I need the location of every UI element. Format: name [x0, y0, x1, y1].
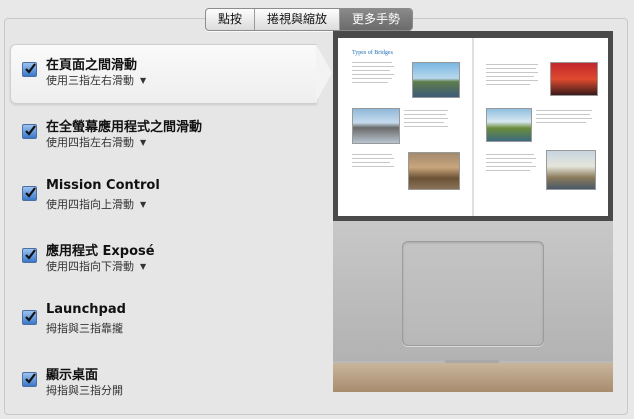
caret-down-icon: ▼ [140, 76, 147, 85]
gesture-title: Launchpad [46, 302, 126, 317]
caret-down-icon: ▼ [140, 262, 147, 271]
gesture-title: 在全螢幕應用程式之間滑動 [46, 120, 203, 135]
gesture-item-app-expose[interactable]: 應用程式 Exposé 使用四指向下滑動 ▼ [10, 230, 332, 292]
bridge-photo [408, 152, 460, 190]
gesture-checkbox[interactable] [22, 124, 37, 139]
book-page-left: Types of Bridges [338, 38, 472, 216]
gesture-item-swipe-between-full-screen-apps[interactable]: 在全螢幕應用程式之間滑動 使用四指左右滑動 ▼ [10, 106, 332, 168]
gesture-title: 顯示桌面 [46, 368, 99, 383]
preview-book: Types of Bridges [338, 38, 608, 216]
gesture-title: 應用程式 Exposé [46, 244, 155, 259]
gesture-checkbox[interactable] [22, 186, 37, 201]
book-page-right [474, 38, 608, 216]
gesture-option-popup[interactable]: 使用四指向上滑動 ▼ [46, 196, 146, 212]
checkmark-icon [25, 63, 36, 74]
gesture-subtitle: 拇指與三指靠攏 [46, 322, 123, 335]
gesture-checkbox[interactable] [22, 372, 37, 387]
checkmark-icon [25, 373, 36, 384]
gesture-option-popup[interactable]: 使用四指向下滑動 ▼ [46, 258, 146, 274]
gesture-checkbox[interactable] [22, 248, 37, 263]
bridge-photo [546, 150, 596, 190]
bridge-photo [352, 108, 400, 144]
gesture-item-show-desktop[interactable]: 顯示桌面 拇指與三指分開 [10, 354, 332, 416]
bridge-photo [550, 62, 598, 96]
bridge-photo [412, 62, 460, 98]
tab-bar: 點按 捲視與縮放 更多手勢 [205, 8, 414, 31]
gesture-preview: Types of Bridges [333, 31, 613, 392]
gesture-subtitle: 使用四指向上滑動 [46, 198, 134, 211]
checkmark-icon [25, 125, 36, 136]
checkmark-icon [25, 311, 36, 322]
bridge-photo [486, 108, 532, 142]
gesture-subtitle: 使用三指左右滑動 [46, 74, 134, 87]
desk-surface [333, 363, 613, 392]
tab-point-and-click[interactable]: 點按 [206, 9, 256, 30]
gesture-list: 在頁面之間滑動 使用三指左右滑動 ▼ 在全螢幕應用程式之間滑動 使用四指左右滑動 ▼… [10, 44, 332, 416]
gesture-title: 在頁面之間滑動 [46, 58, 138, 73]
checkmark-icon [25, 249, 36, 260]
caret-down-icon: ▼ [140, 138, 147, 147]
gesture-item-launchpad[interactable]: Launchpad 拇指與三指靠攏 [10, 292, 332, 354]
gesture-subtitle: 使用四指左右滑動 [46, 136, 134, 149]
gesture-title: Mission Control [46, 178, 160, 193]
gesture-item-swipe-between-pages[interactable]: 在頁面之間滑動 使用三指左右滑動 ▼ [10, 44, 332, 106]
gesture-checkbox[interactable] [22, 62, 37, 77]
caret-down-icon: ▼ [140, 200, 147, 209]
checkmark-icon [25, 187, 36, 198]
gesture-checkbox[interactable] [22, 310, 37, 325]
trackpad-illustration [402, 241, 544, 346]
gesture-option-popup[interactable]: 使用三指左右滑動 ▼ [46, 72, 146, 88]
tab-scroll-and-zoom[interactable]: 捲視與縮放 [255, 9, 341, 30]
gesture-subtitle: 使用四指向下滑動 [46, 260, 134, 273]
preview-screen: Types of Bridges [333, 31, 613, 221]
tab-more-gestures[interactable]: 更多手勢 [340, 9, 413, 30]
book-page-heading: Types of Bridges [352, 50, 393, 56]
gesture-item-mission-control[interactable]: Mission Control 使用四指向上滑動 ▼ [10, 168, 332, 230]
gesture-subtitle: 拇指與三指分開 [46, 384, 123, 397]
selection-pointer [316, 44, 332, 102]
gesture-option-popup[interactable]: 使用四指左右滑動 ▼ [46, 134, 146, 150]
